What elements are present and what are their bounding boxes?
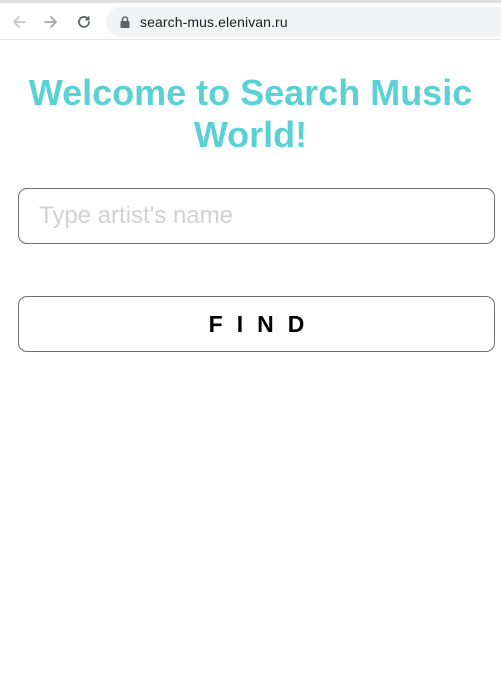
browser-toolbar: search-mus.elenivan.ru	[0, 0, 501, 40]
arrow-right-icon	[44, 16, 57, 28]
lock-icon	[120, 16, 130, 28]
find-button[interactable]: FIND	[18, 296, 495, 352]
page-title-line-1: Welcome to Search Music	[28, 72, 473, 113]
address-bar[interactable]: search-mus.elenivan.ru	[106, 7, 501, 37]
page-title: Welcome to Search Music World!	[0, 72, 501, 156]
reload-icon	[78, 16, 90, 28]
forward-button[interactable]	[40, 11, 62, 33]
back-button[interactable]	[8, 11, 30, 33]
url-text: search-mus.elenivan.ru	[140, 14, 288, 30]
reload-button[interactable]	[73, 11, 95, 33]
page-title-line-2: World!	[193, 114, 308, 155]
artist-search-input[interactable]	[18, 188, 495, 244]
arrow-left-icon	[13, 16, 26, 28]
